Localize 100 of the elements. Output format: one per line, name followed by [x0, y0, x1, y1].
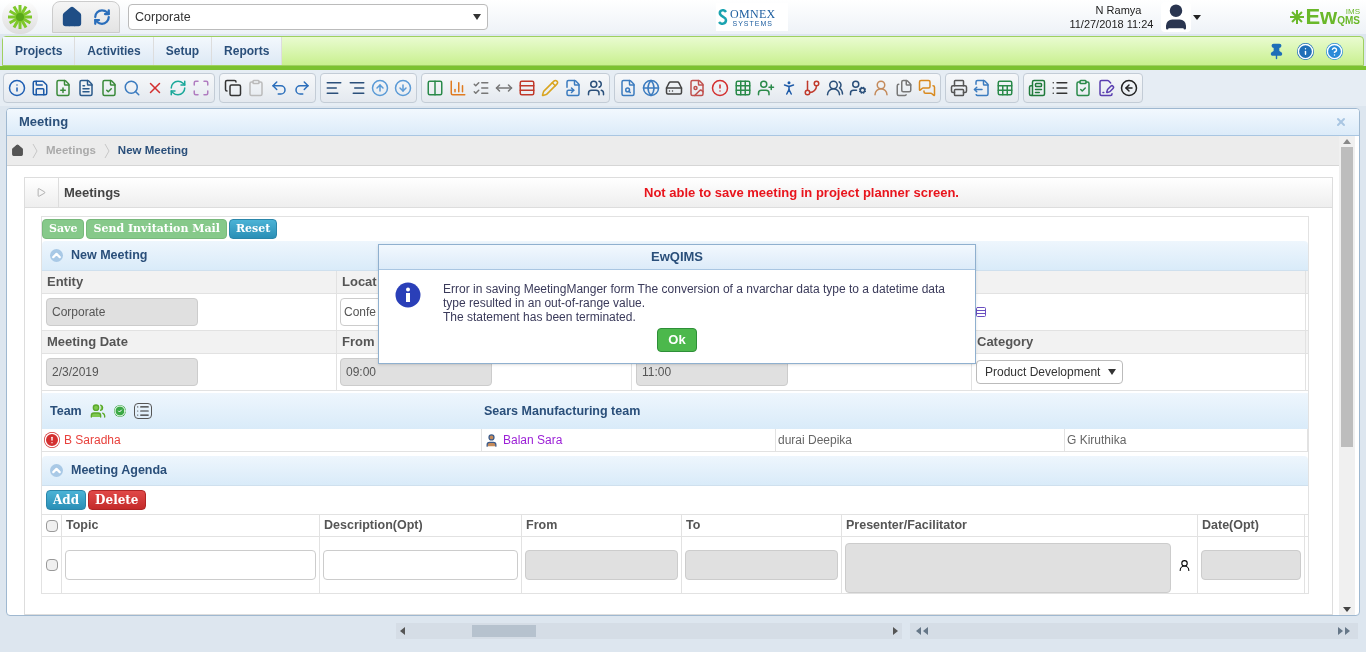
select-all-checkbox[interactable]	[45, 519, 58, 532]
globe-icon[interactable]	[642, 79, 660, 97]
entity-select[interactable]: Corporate	[128, 4, 488, 30]
menu-tab[interactable]: Activities	[75, 37, 154, 65]
breadcrumb-separator-icon	[103, 142, 110, 159]
vertical-scrollbar[interactable]	[1339, 136, 1355, 615]
team-group-name: Sears Manufacturing team	[484, 402, 641, 420]
undo-icon[interactable]	[270, 79, 288, 97]
section-title: Meeting Agenda	[71, 462, 168, 480]
expand-icon[interactable]	[192, 79, 210, 97]
column-header: Topic	[66, 517, 99, 535]
home-icon[interactable]	[11, 144, 24, 157]
scroll-right-icon[interactable]	[1338, 627, 1352, 635]
avatar[interactable]	[1161, 2, 1192, 32]
menu-tab[interactable]: Projects	[3, 37, 76, 65]
spreadsheet-icon[interactable]	[996, 79, 1014, 97]
section-title: Meetings	[64, 183, 122, 202]
back-icon[interactable]	[1120, 79, 1138, 97]
dialog-message: Error in saving MeetingManger form The conversion of a nvarchar data type to a datetime data type resulted in an out-of-range value.	[443, 282, 947, 310]
alert-icon[interactable]	[711, 79, 729, 97]
scroll-right-icon[interactable]	[893, 627, 898, 635]
indent-icon[interactable]	[325, 79, 343, 97]
clipboard-check-icon[interactable]	[1074, 79, 1092, 97]
column-header: Description(Opt)	[324, 517, 423, 535]
file-check-icon[interactable]	[100, 79, 118, 97]
person-picker-icon[interactable]	[1178, 558, 1191, 572]
image-document-icon[interactable]	[688, 79, 706, 97]
search-icon[interactable]	[123, 79, 141, 97]
refresh-icon[interactable]	[93, 8, 111, 26]
list-icon[interactable]	[1051, 79, 1069, 97]
field-label: From	[342, 333, 375, 352]
scroll-left-icon[interactable]	[916, 627, 930, 635]
column-header: Presenter/Facilitator	[846, 517, 967, 535]
bar-chart-icon[interactable]	[449, 79, 467, 97]
star-logo-icon	[6, 3, 34, 31]
panel-title: Meeting	[19, 113, 69, 132]
document-search-icon[interactable]	[619, 79, 637, 97]
row-checkbox[interactable]	[45, 559, 58, 571]
login-datetime: 11/27/2018 11:24	[1069, 17, 1154, 31]
printer-icon[interactable]	[950, 79, 968, 97]
user-settings-icon[interactable]	[849, 79, 867, 97]
s-mark-icon	[718, 9, 728, 25]
home-icon[interactable]	[61, 6, 83, 28]
clipboard-icon[interactable]	[247, 79, 265, 97]
member-name[interactable]: Balan Sara	[503, 431, 563, 449]
input-field[interactable]	[65, 550, 316, 580]
field-label: Locat	[342, 273, 377, 292]
branch-icon[interactable]	[803, 79, 821, 97]
field-label: Meeting Date	[47, 333, 128, 352]
grid-icon[interactable]	[734, 79, 752, 97]
logo-name: OMNEX	[730, 7, 776, 20]
agenda-button[interactable]: Delete	[88, 490, 146, 510]
caret-icon[interactable]	[1193, 14, 1202, 20]
copy-icon[interactable]	[224, 79, 242, 97]
pencil-icon[interactable]	[541, 79, 559, 97]
scroll-thumb[interactable]	[472, 625, 536, 637]
document-icon[interactable]	[77, 79, 95, 97]
column-header: Date(Opt)	[1202, 517, 1259, 535]
outdent-icon[interactable]	[348, 79, 366, 97]
member-name[interactable]: G Kiruthika	[1067, 431, 1127, 449]
menu-tab[interactable]: Setup	[153, 37, 213, 65]
color-bars-icon[interactable]	[518, 79, 536, 97]
member-name[interactable]: B Saradha	[64, 431, 121, 449]
info-icon[interactable]	[8, 79, 26, 97]
checklist-icon[interactable]	[472, 79, 490, 97]
column-header: To	[686, 517, 701, 535]
arrow-down-icon[interactable]	[394, 79, 412, 97]
file-plus-icon[interactable]	[54, 79, 72, 97]
save-icon[interactable]	[31, 79, 49, 97]
redo-icon[interactable]	[293, 79, 311, 97]
user-name: N Ramya	[1095, 3, 1142, 17]
caret-icon	[1108, 369, 1117, 375]
user-icon[interactable]	[872, 79, 890, 97]
group-icon[interactable]	[826, 79, 844, 97]
input-field[interactable]	[323, 550, 518, 580]
user-add-icon[interactable]	[757, 79, 775, 97]
list-icon[interactable]	[975, 306, 987, 318]
scroll-left-icon[interactable]	[400, 627, 405, 635]
breadcrumb-link[interactable]: New Meeting	[117, 141, 189, 160]
list-icon[interactable]	[133, 403, 152, 419]
export-icon[interactable]	[973, 79, 991, 97]
help-icon[interactable]	[1326, 42, 1343, 60]
files-icon[interactable]	[895, 79, 913, 97]
pin-icon[interactable]	[1268, 42, 1285, 60]
logo-subscript: QMS	[1337, 16, 1360, 26]
chat-icon[interactable]	[918, 79, 936, 97]
caret-icon	[473, 14, 481, 20]
horizontal-scrollbar[interactable]	[396, 623, 902, 639]
category-select[interactable]: Product Development	[976, 360, 1124, 384]
member-name[interactable]: durai Deepika	[778, 431, 853, 449]
form-icon[interactable]	[1097, 79, 1115, 97]
refresh-icon[interactable]	[169, 79, 187, 97]
users-icon[interactable]	[587, 79, 605, 97]
scroll-down-icon[interactable]	[1343, 607, 1351, 612]
check-circle-icon[interactable]	[113, 405, 126, 417]
newspaper-icon[interactable]	[1028, 79, 1046, 97]
person-icon	[484, 432, 499, 448]
arrow-up-icon[interactable]	[371, 79, 389, 97]
menu-tab[interactable]: Reports	[212, 37, 283, 65]
horizontal-scrollbar[interactable]	[910, 623, 1358, 639]
